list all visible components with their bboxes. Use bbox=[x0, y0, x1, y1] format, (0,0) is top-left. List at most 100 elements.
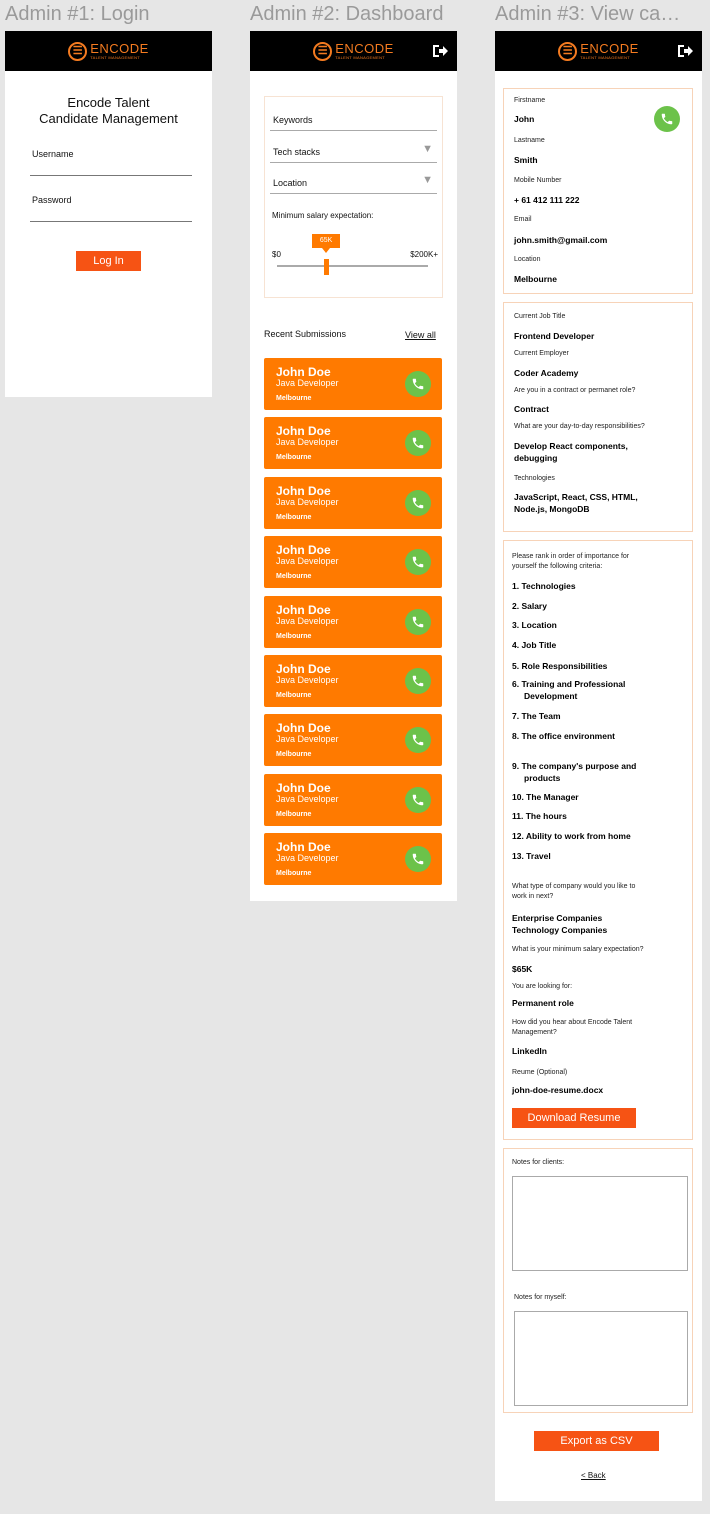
responsibilities-line1: Develop React components, bbox=[514, 441, 628, 451]
salary-slider-track[interactable] bbox=[277, 265, 428, 267]
submission-card[interactable]: John Doe Java Developer Melbourne bbox=[264, 714, 442, 767]
ranking-item: 4. Job Title bbox=[512, 640, 557, 650]
rank-label-line1: Please rank in order of importance for bbox=[512, 553, 630, 560]
login-button[interactable]: Log In bbox=[76, 251, 141, 271]
ranking-item: 7. The Team bbox=[512, 711, 561, 721]
salary-label: Minimum salary expectation: bbox=[272, 211, 374, 220]
contact-details-panel: Firstname John Lastname Smith Mobile Num… bbox=[503, 88, 693, 294]
recent-submissions-label: Recent Submissions bbox=[264, 329, 347, 339]
location-label: Location bbox=[514, 256, 541, 263]
brand-logo[interactable]: ☰ ENCODE TALENT MANAGEMENT bbox=[68, 41, 149, 61]
submission-card[interactable]: John Doe Java Developer Melbourne bbox=[264, 476, 442, 529]
ranking-item: 11. The hours bbox=[512, 811, 567, 821]
submission-card[interactable]: John Doe Java Developer Melbourne bbox=[264, 536, 442, 589]
call-button[interactable] bbox=[405, 608, 431, 635]
submission-name: John Doe bbox=[276, 483, 331, 498]
call-button[interactable] bbox=[405, 549, 431, 576]
company-type-label-line2: work in next? bbox=[512, 893, 554, 900]
submission-card[interactable]: John Doe Java Developer Melbourne bbox=[264, 833, 442, 886]
username-field[interactable] bbox=[5, 159, 212, 175]
login-heading-line2: Candidate Management bbox=[39, 111, 178, 126]
view-all-link[interactable]: View all bbox=[405, 330, 436, 340]
export-csv-button[interactable]: Export as CSV bbox=[534, 1431, 659, 1451]
call-button[interactable] bbox=[405, 430, 431, 457]
location-value: Melbourne bbox=[514, 274, 557, 284]
logout-icon[interactable] bbox=[431, 42, 449, 60]
submission-role: Java Developer bbox=[276, 675, 339, 685]
submission-location: Melbourne bbox=[276, 810, 312, 818]
email-label: Email bbox=[514, 216, 532, 223]
lastname-label: Lastname bbox=[514, 137, 545, 144]
contract-value: Contract bbox=[514, 404, 549, 414]
ranking-item: 6. Training and Professional bbox=[512, 679, 626, 689]
submission-card[interactable]: John Doe Java Developer Melbourne bbox=[264, 655, 442, 707]
brand-logo[interactable]: ☰ ENCODE TALENT MANAGEMENT bbox=[558, 41, 639, 61]
app-header: ☰ ENCODE TALENT MANAGEMENT bbox=[495, 31, 702, 71]
ranking-item: 1. Technologies bbox=[512, 581, 576, 591]
call-button[interactable] bbox=[405, 786, 431, 813]
contract-label: Are you in a contract or permanet role? bbox=[514, 387, 636, 394]
min-salary-label: What is your minimum salary expectation? bbox=[512, 946, 644, 953]
employer-label: Current Employer bbox=[514, 350, 569, 357]
call-button[interactable] bbox=[405, 846, 431, 873]
company-type-value-2: Technology Companies bbox=[512, 925, 608, 935]
mobile-value: + 61 412 111 222 bbox=[514, 195, 580, 205]
job-title-label: Current Job Title bbox=[514, 313, 566, 320]
ranking-item: 12. Ability to work from home bbox=[512, 831, 631, 841]
logout-icon[interactable] bbox=[676, 42, 694, 60]
brand-tagline: TALENT MANAGEMENT bbox=[580, 55, 631, 60]
ranking-item: 8. The office environment bbox=[512, 731, 615, 741]
call-button[interactable] bbox=[654, 106, 680, 132]
call-button[interactable] bbox=[405, 489, 431, 516]
password-underline bbox=[30, 221, 192, 222]
resume-label: Reume (Optional) bbox=[512, 1069, 568, 1076]
keywords-input[interactable]: Keywords bbox=[270, 111, 437, 131]
brand-tagline: TALENT MANAGEMENT bbox=[335, 55, 386, 60]
ranking-item: 2. Salary bbox=[512, 601, 547, 611]
notes-clients-textarea[interactable] bbox=[512, 1176, 688, 1271]
submission-role: Java Developer bbox=[276, 556, 339, 567]
username-underline bbox=[30, 175, 192, 176]
ranking-item: 5. Role Responsibilities bbox=[512, 661, 608, 671]
app-header: ☰ ENCODE TALENT MANAGEMENT bbox=[5, 31, 212, 71]
employer-value: Coder Academy bbox=[514, 368, 579, 378]
tech-stacks-select[interactable]: Tech stacks ▼ bbox=[270, 143, 437, 163]
submission-location: Melbourne bbox=[276, 454, 312, 462]
min-salary-value: $65K bbox=[512, 964, 533, 974]
back-link[interactable]: < Back bbox=[581, 1471, 606, 1480]
download-resume-button[interactable]: Download Resume bbox=[512, 1108, 636, 1128]
password-field[interactable] bbox=[5, 205, 212, 221]
phone-icon bbox=[412, 735, 424, 746]
salary-slider-thumb[interactable] bbox=[323, 259, 329, 275]
login-screen: ☰ ENCODE TALENT MANAGEMENT Encode Talent… bbox=[5, 31, 212, 397]
salary-max-label: $200K+ bbox=[410, 250, 438, 259]
submission-card[interactable]: John Doe Java Developer Melbourne bbox=[264, 358, 442, 410]
submission-card[interactable]: John Doe Java Developer Melbourne bbox=[264, 773, 442, 826]
submission-location: Melbourne bbox=[276, 870, 312, 878]
heard-label-line1: How did you hear about Encode Talent bbox=[512, 1019, 633, 1026]
call-button[interactable] bbox=[405, 668, 431, 694]
call-button[interactable] bbox=[405, 371, 431, 397]
notes-myself-label: Notes for myself: bbox=[514, 1294, 567, 1301]
brand-logo[interactable]: ☰ ENCODE TALENT MANAGEMENT bbox=[313, 41, 394, 61]
call-button[interactable] bbox=[405, 727, 431, 754]
chevron-down-icon: ▼ bbox=[422, 174, 433, 186]
submission-location: Melbourne bbox=[276, 513, 312, 521]
submission-name: John Doe bbox=[276, 780, 331, 795]
submission-location: Melbourne bbox=[276, 573, 312, 581]
submission-card[interactable]: John Doe Java Developer Melbourne bbox=[264, 417, 442, 470]
notes-clients-label: Notes for clients: bbox=[512, 1159, 565, 1166]
ranking-item: 9. The company's purpose and bbox=[512, 761, 637, 771]
keywords-placeholder: Keywords bbox=[273, 115, 313, 125]
submission-role: Java Developer bbox=[276, 496, 339, 507]
location-select[interactable]: Location ▼ bbox=[270, 174, 437, 194]
submission-name: John Doe bbox=[276, 543, 331, 558]
looking-for-label: You are looking for: bbox=[512, 983, 573, 990]
notes-myself-textarea[interactable] bbox=[514, 1311, 688, 1406]
salary-bubble-pointer bbox=[322, 248, 331, 253]
job-title-value: Frontend Developer bbox=[514, 331, 595, 341]
phone-icon bbox=[412, 853, 424, 865]
logo-e-icon: ☰ bbox=[68, 41, 88, 61]
salary-value-bubble: 65K bbox=[312, 234, 341, 248]
submission-card[interactable]: John Doe Java Developer Melbourne bbox=[264, 595, 442, 648]
